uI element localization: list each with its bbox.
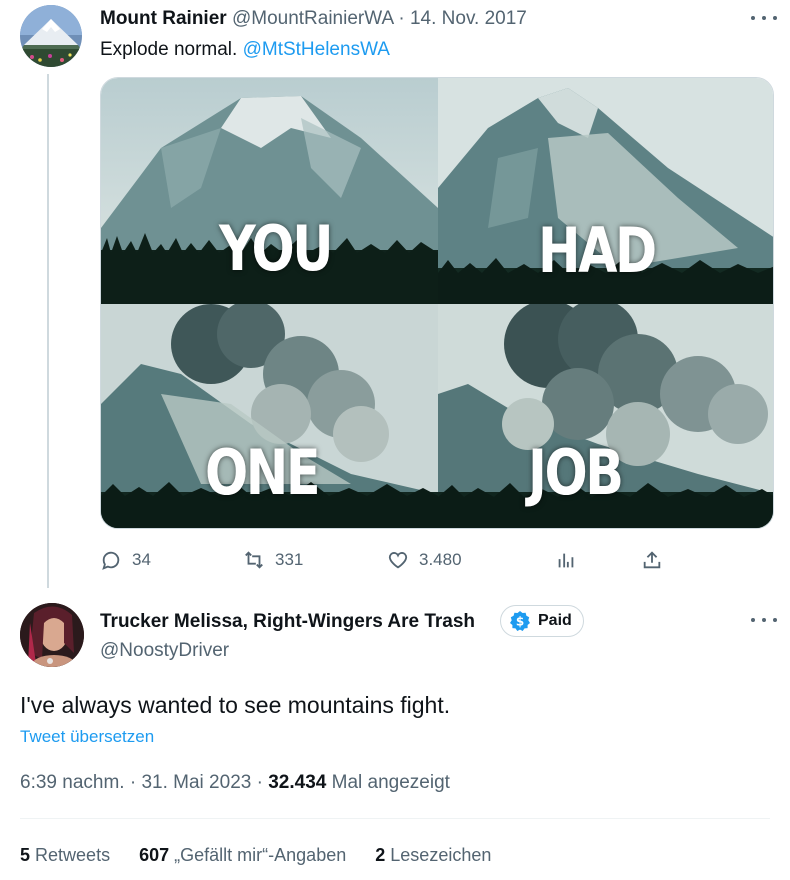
like-count: 3.480 bbox=[419, 550, 462, 569]
separator: · bbox=[256, 772, 263, 793]
author-handle[interactable]: @MountRainierWA bbox=[232, 8, 393, 29]
tweet-date[interactable]: 31. Mai 2023 bbox=[141, 772, 251, 793]
reply-count: 34 bbox=[132, 550, 151, 569]
author-name[interactable]: Trucker Melissa, Right-Wingers Are Trash bbox=[100, 609, 475, 635]
media-panel-4: JOB bbox=[438, 304, 773, 528]
media-word-3: ONE bbox=[205, 436, 321, 509]
media-panel-2: HAD bbox=[438, 78, 773, 304]
tweet-date[interactable]: 14. Nov. 2017 bbox=[410, 8, 527, 29]
tweet-meta: 6:39 nachm. · 31. Mai 2023 · 32.434 Mal … bbox=[20, 771, 450, 795]
media-word-4: JOB bbox=[528, 436, 624, 509]
tweet-text-body: Explode normal. bbox=[100, 39, 238, 60]
dollar-icon: $ bbox=[510, 611, 530, 631]
retweets-label: Retweets bbox=[35, 845, 111, 865]
tweet-text: Explode normal. @MtStHelensWA bbox=[100, 38, 390, 62]
separator: · bbox=[129, 772, 137, 793]
retweet-count: 331 bbox=[275, 550, 304, 569]
author-name[interactable]: Mount Rainier bbox=[100, 8, 227, 29]
share-icon bbox=[643, 551, 661, 569]
divider bbox=[20, 818, 770, 819]
avatar[interactable] bbox=[20, 5, 82, 67]
thread-line bbox=[47, 74, 49, 588]
tweet-media[interactable]: YOU HAD ONE JOB bbox=[100, 77, 774, 529]
mention-link[interactable]: @MtStHelensWA bbox=[243, 39, 390, 60]
likes-count: 607 bbox=[139, 845, 170, 865]
media-panel-3: ONE bbox=[101, 304, 438, 528]
more-icon[interactable] bbox=[751, 610, 777, 630]
media-word-2: HAD bbox=[538, 214, 657, 287]
retweet-button[interactable]: 331 bbox=[243, 545, 303, 575]
media-word-1: YOU bbox=[219, 212, 334, 285]
like-button[interactable]: 3.480 bbox=[387, 545, 462, 575]
reply-button[interactable]: 34 bbox=[100, 545, 151, 575]
author-handle[interactable]: @NoostyDriver bbox=[100, 639, 229, 663]
paid-badge[interactable]: $ Paid bbox=[500, 605, 584, 637]
like-icon bbox=[388, 552, 408, 569]
retweet-icon bbox=[245, 551, 263, 569]
media-panel-1: YOU bbox=[101, 78, 438, 304]
views-count: 32.434 bbox=[268, 772, 327, 793]
tweet-text: I've always wanted to see mountains figh… bbox=[20, 692, 451, 718]
reply-icon bbox=[102, 551, 120, 570]
tweet-actions: 34 331 3.480 bbox=[100, 545, 700, 575]
separator: · bbox=[398, 8, 405, 29]
tweet-header: Mount Rainier @MountRainierWA · 14. Nov.… bbox=[100, 7, 527, 31]
views-label: Mal angezeigt bbox=[331, 772, 450, 793]
share-button[interactable] bbox=[641, 545, 663, 575]
likes-stat[interactable]: 607 „Gefällt mir“-Angaben bbox=[139, 845, 346, 865]
bookmarks-stat[interactable]: 2 Lesezeichen bbox=[375, 845, 491, 865]
svg-text:$: $ bbox=[516, 615, 524, 629]
bookmarks-count: 2 bbox=[375, 845, 386, 865]
bookmarks-label: Lesezeichen bbox=[390, 845, 492, 865]
analytics-button[interactable] bbox=[555, 545, 577, 575]
analytics-icon bbox=[558, 553, 574, 568]
tweet-stats: 5 Retweets 607 „Gefällt mir“-Angaben 2 L… bbox=[20, 844, 515, 866]
tweet-time[interactable]: 6:39 nachm. bbox=[20, 772, 125, 793]
retweets-stat[interactable]: 5 Retweets bbox=[20, 845, 110, 865]
more-icon[interactable] bbox=[751, 8, 777, 28]
likes-label: „Gefällt mir“-Angaben bbox=[174, 845, 347, 865]
paid-badge-label: Paid bbox=[538, 612, 572, 629]
retweets-count: 5 bbox=[20, 845, 31, 865]
avatar[interactable] bbox=[20, 603, 84, 667]
translate-link[interactable]: Tweet übersetzen bbox=[20, 726, 154, 748]
